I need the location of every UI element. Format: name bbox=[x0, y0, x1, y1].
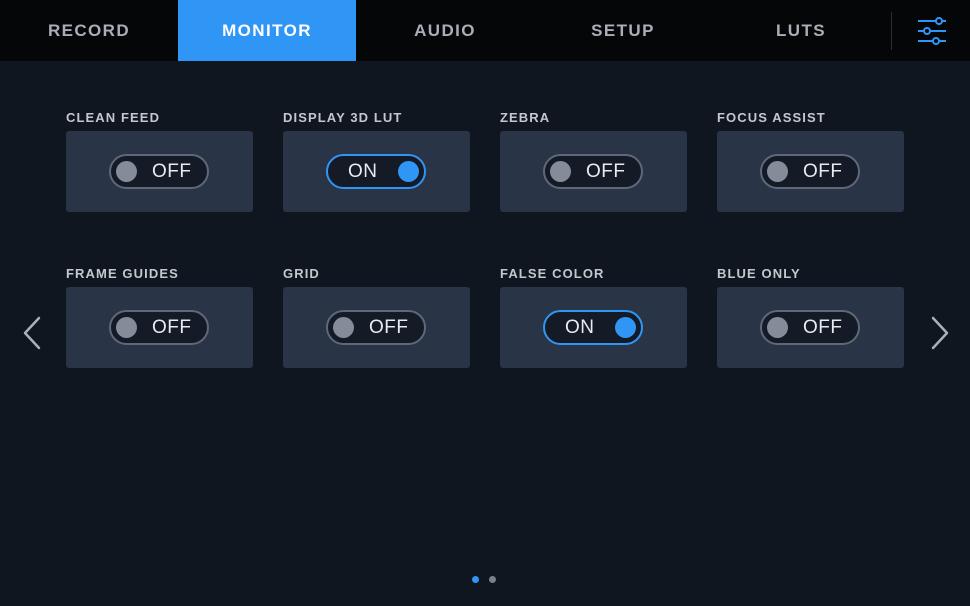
toggle-knob bbox=[767, 161, 788, 182]
page-dot-2[interactable] bbox=[489, 576, 496, 583]
setting-label: FRAME GUIDES bbox=[66, 266, 179, 281]
grid-toggle[interactable]: OFF bbox=[326, 310, 426, 345]
setting-panel: OFF bbox=[500, 131, 687, 212]
setting-panel: ON bbox=[500, 287, 687, 368]
tab-divider bbox=[891, 12, 892, 50]
clean-feed-toggle[interactable]: OFF bbox=[109, 154, 209, 189]
blue-only-toggle[interactable]: OFF bbox=[760, 310, 860, 345]
toggle-state: OFF bbox=[152, 161, 192, 182]
tab-luts[interactable]: LUTS bbox=[712, 0, 890, 61]
setting-panel: OFF bbox=[66, 287, 253, 368]
setting-panel: OFF bbox=[66, 131, 253, 212]
setting-label: GRID bbox=[283, 266, 320, 281]
toggle-state: OFF bbox=[803, 317, 843, 338]
chevron-left-icon bbox=[23, 316, 41, 350]
sliders-icon bbox=[918, 17, 946, 45]
display-3d-lut-toggle[interactable]: ON bbox=[326, 154, 426, 189]
tab-audio[interactable]: AUDIO bbox=[356, 0, 534, 61]
setting-panel: OFF bbox=[283, 287, 470, 368]
setting-panel: OFF bbox=[717, 287, 904, 368]
toggle-knob bbox=[398, 161, 419, 182]
toggle-state: OFF bbox=[586, 161, 626, 182]
setting-label: DISPLAY 3D LUT bbox=[283, 110, 403, 125]
settings-button[interactable] bbox=[906, 11, 958, 51]
next-page-button[interactable] bbox=[924, 313, 954, 353]
page-indicator bbox=[472, 576, 502, 584]
setting-label: ZEBRA bbox=[500, 110, 551, 125]
chevron-right-icon bbox=[931, 316, 949, 350]
toggle-knob bbox=[116, 317, 137, 338]
toggle-knob bbox=[767, 317, 788, 338]
zebra-toggle[interactable]: OFF bbox=[543, 154, 643, 189]
tab-setup[interactable]: SETUP bbox=[534, 0, 712, 61]
setting-label: CLEAN FEED bbox=[66, 110, 161, 125]
toggle-knob bbox=[615, 317, 636, 338]
tab-bar: RECORD MONITOR AUDIO SETUP LUTS bbox=[0, 0, 970, 61]
tab-monitor[interactable]: MONITOR bbox=[178, 0, 356, 61]
frame-guides-toggle[interactable]: OFF bbox=[109, 310, 209, 345]
setting-label: FALSE COLOR bbox=[500, 266, 605, 281]
setting-panel: OFF bbox=[717, 131, 904, 212]
toggle-knob bbox=[333, 317, 354, 338]
setting-panel: ON bbox=[283, 131, 470, 212]
toggle-state: OFF bbox=[803, 161, 843, 182]
toggle-state: OFF bbox=[369, 317, 409, 338]
previous-page-button[interactable] bbox=[18, 313, 48, 353]
setting-label: BLUE ONLY bbox=[717, 266, 801, 281]
tab-record[interactable]: RECORD bbox=[0, 0, 178, 61]
toggle-state: ON bbox=[348, 161, 378, 182]
false-color-toggle[interactable]: ON bbox=[543, 310, 643, 345]
toggle-state: OFF bbox=[152, 317, 192, 338]
setting-label: FOCUS ASSIST bbox=[717, 110, 826, 125]
focus-assist-toggle[interactable]: OFF bbox=[760, 154, 860, 189]
toggle-knob bbox=[116, 161, 137, 182]
page-dot-1[interactable] bbox=[472, 576, 479, 583]
toggle-state: ON bbox=[565, 317, 595, 338]
toggle-knob bbox=[550, 161, 571, 182]
